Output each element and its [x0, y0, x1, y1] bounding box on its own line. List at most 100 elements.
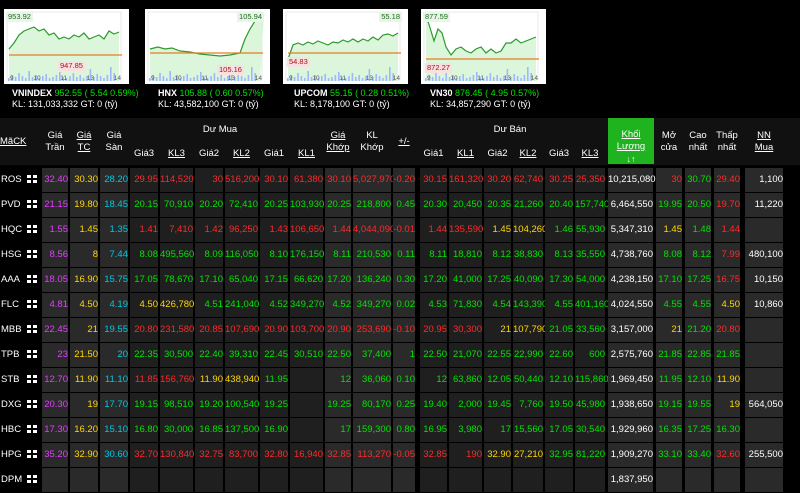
stock-symbol[interactable]: TPB — [0, 343, 25, 367]
stock-symbol[interactable]: PVD — [0, 193, 25, 217]
cell-tran: 35.20 — [42, 443, 68, 467]
table-row[interactable]: MBB 22.45 21 19.55 20.80 231,580 20.85 107,690 2… — [0, 318, 800, 343]
cell-sg1: 32.85 — [420, 443, 447, 467]
header-mack[interactable]: MãCK — [0, 136, 26, 148]
time-tick: 9 — [10, 75, 14, 82]
table-row[interactable]: HBC 17.30 16.20 15.10 16.80 30,000 16.85 137,50… — [0, 418, 800, 443]
header-thap-nhat[interactable]: Thấp nhất — [714, 130, 740, 154]
stock-symbol[interactable]: FLC — [0, 293, 25, 317]
cell-cao: 8.12 — [685, 243, 711, 267]
header-sell-gia3[interactable]: Giá3 — [545, 148, 573, 160]
cell-vol: 6,464,550 — [608, 193, 653, 217]
cell-tran: 20.30 — [42, 393, 68, 417]
table-row[interactable]: STB 12.70 11.90 11.10 11.85 156,760 11.90 438,9… — [0, 368, 800, 393]
cell-k1: 103,930 — [290, 193, 324, 217]
cell-sk2: 40,090 — [513, 268, 543, 292]
grid-icon[interactable] — [27, 400, 38, 410]
stock-symbol[interactable]: HSG — [0, 243, 25, 267]
stock-symbol[interactable]: DXG — [0, 393, 25, 417]
index-volume: KL: 34,857,290 — [430, 99, 492, 109]
header-buy-kl2[interactable]: KL2 — [225, 148, 258, 160]
header-sell-kl1[interactable]: KL1 — [449, 148, 482, 160]
table-row[interactable]: PVD 21.15 19.80 18.45 20.15 70,910 20.20 72,410… — [0, 193, 800, 218]
grid-icon[interactable] — [27, 225, 38, 235]
index-change: ( 0.28 — [355, 88, 379, 98]
cell-g2: 32.75 — [195, 443, 223, 467]
cell-tran — [42, 468, 68, 492]
header-sell-kl3[interactable]: KL3 — [575, 148, 605, 160]
cell-k3: 98,510 — [160, 393, 193, 417]
cell-mo: 11.95 — [656, 368, 682, 392]
hnx-chart[interactable]: 105.94 105.16 9 10 11 13 14 — [145, 9, 270, 84]
header-sell-kl2[interactable]: KL2 — [513, 148, 543, 160]
table-row[interactable]: DPM 1,837,950 — [0, 468, 800, 493]
table-row[interactable]: HQC 1.55 1.45 1.35 1.41 7,410 1.42 96,250 1.43 10… — [0, 218, 800, 243]
table-row[interactable]: AAA 18.05 16.90 15.75 17.05 78,670 17.10 65,040… — [0, 268, 800, 293]
header-buy-kl1[interactable]: KL1 — [290, 148, 323, 160]
time-tick: 10 — [174, 75, 182, 82]
header-kl-khop[interactable]: KL Khớp — [353, 130, 391, 154]
cell-k1: 16,940 — [290, 443, 323, 467]
cell-vol: 2,575,760 — [608, 343, 653, 367]
chart-time-axis: 9 10 11 13 14 — [151, 75, 262, 82]
grid-icon[interactable] — [27, 275, 38, 285]
header-gia-san[interactable]: Giá Sàn — [100, 130, 128, 154]
header-gia-tran[interactable]: Giá Trần — [42, 130, 68, 154]
table-row[interactable]: TPB 23 21.50 20 22.35 30,500 22.40 39,310 22.45 3… — [0, 343, 800, 368]
stock-symbol[interactable]: DPM — [0, 468, 25, 492]
header-change[interactable]: +/- — [393, 136, 415, 148]
header-gia-khop[interactable]: Giá Khớp — [325, 130, 351, 154]
cell-tc: 11.90 — [70, 368, 98, 392]
grid-icon[interactable] — [27, 200, 38, 210]
sort-icon[interactable]: ↓↑ — [608, 153, 654, 165]
table-row[interactable]: HSG 8.56 8 7.44 8.08 495,560 8.09 116,050 8.10 17… — [0, 243, 800, 268]
stock-symbol[interactable]: STB — [0, 368, 25, 392]
grid-icon[interactable] — [27, 375, 38, 385]
table-row[interactable]: HPG 35.20 32.90 30.60 32.70 130,840 32.75 83,70… — [0, 443, 800, 468]
cell-k2: 96,250 — [225, 218, 258, 242]
index-volume: KL: 131,033,332 — [12, 99, 79, 109]
vnindex-chart[interactable]: 953.92 947.85 9 10 11 13 14 — [4, 9, 129, 84]
cell-k2: 116,050 — [225, 243, 259, 267]
header-mo-cua[interactable]: Mở cửa — [656, 130, 682, 154]
header-buy-gia1[interactable]: Giá1 — [260, 148, 288, 160]
table-row[interactable]: ROS 32.40 30.30 28.20 29.95 114,520 30 516,200 3… — [0, 168, 800, 193]
grid-icon[interactable] — [27, 325, 38, 335]
stock-symbol[interactable]: HQC — [0, 218, 25, 242]
stock-symbol[interactable]: HPG — [0, 443, 25, 467]
grid-icon[interactable] — [27, 450, 38, 460]
header-khoi-luong[interactable]: Khối Lượng ↓↑ — [608, 118, 654, 164]
header-buy-gia3[interactable]: Giá3 — [130, 148, 158, 160]
upcom-chart[interactable]: 55.18 54.83 9 10 11 13 14 — [283, 9, 408, 84]
cell-sg1: 17.20 — [420, 268, 447, 292]
stock-symbol[interactable]: ROS — [0, 168, 25, 192]
cell-sg3: 30.25 — [545, 168, 573, 192]
grid-icon[interactable] — [27, 300, 38, 310]
table-row[interactable]: FLC 4.81 4.50 4.19 4.50 426,780 4.51 241,040 4.5… — [0, 293, 800, 318]
stock-symbol[interactable]: HBC — [0, 418, 25, 442]
vn30-chart[interactable]: 877.59 872.27 9 10 11 13 14 — [421, 9, 546, 84]
cell-kk: 136,240 — [353, 268, 391, 292]
grid-icon[interactable] — [27, 175, 38, 185]
stock-symbol[interactable]: MBB — [0, 318, 25, 342]
cell-sk1: 71,830 — [449, 293, 482, 317]
grid-icon[interactable] — [27, 475, 38, 485]
time-tick: 11 — [477, 75, 485, 82]
header-buy-gia2[interactable]: Giá2 — [195, 148, 223, 160]
header-nn-mua[interactable]: NN Mua — [745, 130, 783, 154]
header-gia-tc[interactable]: Giá TC — [70, 130, 98, 154]
grid-icon[interactable] — [27, 425, 38, 435]
stock-symbol[interactable]: AAA — [0, 268, 25, 292]
header-sell-gia1[interactable]: Giá1 — [420, 148, 447, 160]
header-cao-nhat[interactable]: Cao nhất — [685, 130, 711, 154]
grid-icon[interactable] — [27, 350, 38, 360]
grid-icon[interactable] — [27, 250, 38, 260]
header-sell-gia2[interactable]: Giá2 — [484, 148, 511, 160]
header-buy-kl3[interactable]: KL3 — [160, 148, 193, 160]
table-row[interactable]: DXG 20.30 19 17.70 19.15 98,510 19.20 100,540 19… — [0, 393, 800, 418]
cell-pm: -0.05 — [393, 443, 415, 467]
cell-g1: 19.25 — [260, 393, 288, 417]
cell-g3: 11.85 — [130, 368, 158, 392]
cell-k2: 100,540 — [225, 393, 259, 417]
cell-g1: 30.10 — [260, 168, 288, 192]
